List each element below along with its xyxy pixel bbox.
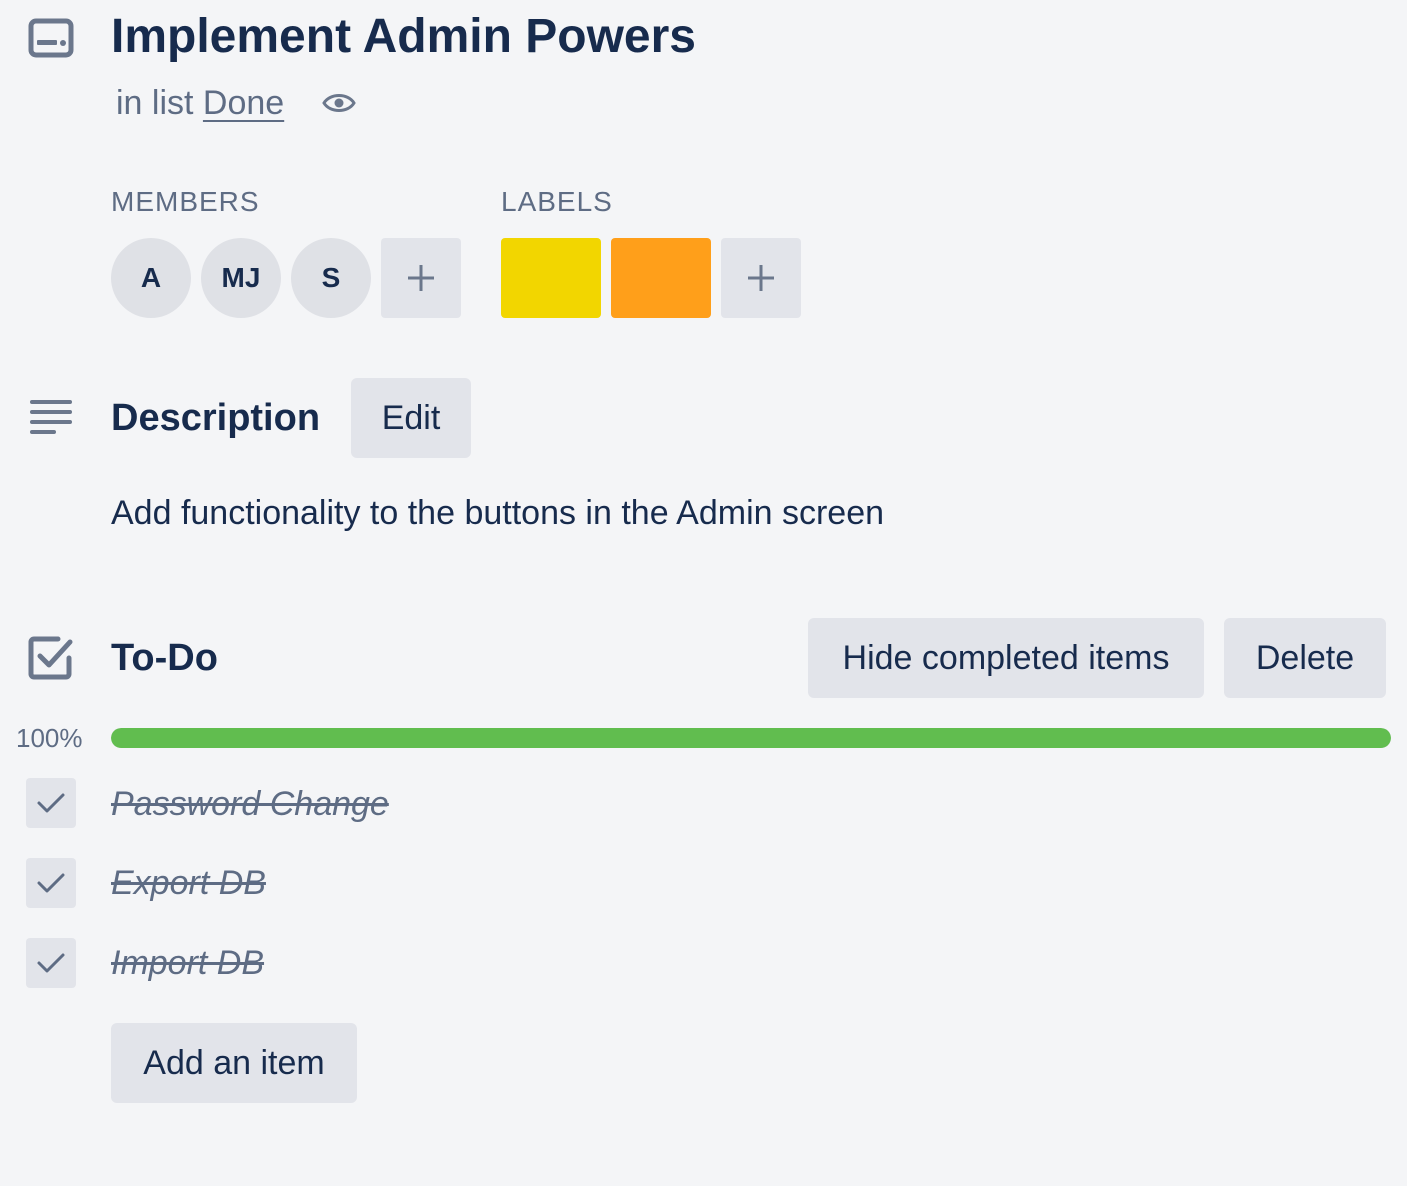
description-heading: Description — [111, 397, 321, 439]
check-icon — [37, 793, 65, 813]
add-label-button[interactable] — [721, 238, 801, 318]
progress-percent: 100% — [16, 723, 83, 753]
checklist-item-text[interactable]: Import DB — [111, 942, 264, 984]
checklist-item-checkbox[interactable] — [26, 938, 76, 988]
checklist-heading: To-Do — [111, 637, 218, 679]
description-lines-icon — [30, 400, 72, 434]
checklist-item-checkbox[interactable] — [26, 858, 76, 908]
avatar[interactable]: MJ — [201, 238, 281, 318]
labels-heading: LABELS — [501, 186, 613, 217]
checklist-item-checkbox[interactable] — [26, 778, 76, 828]
description-text[interactable]: Add functionality to the buttons in the … — [111, 492, 884, 534]
hide-completed-button[interactable]: Hide completed items — [808, 618, 1204, 698]
avatar[interactable]: S — [291, 238, 371, 318]
checklist-item-text[interactable]: Export DB — [111, 862, 266, 904]
list-name-link[interactable]: Done — [203, 84, 284, 122]
progress-fill — [111, 728, 1391, 748]
checklist-item-text[interactable]: Password Change — [111, 783, 389, 825]
label-orange[interactable] — [611, 238, 711, 318]
add-item-button[interactable]: Add an item — [111, 1023, 357, 1103]
eye-icon[interactable] — [322, 90, 356, 116]
label-yellow[interactable] — [501, 238, 601, 318]
plus-icon — [408, 265, 434, 291]
members-heading: MEMBERS — [111, 186, 260, 217]
card-title[interactable]: Implement Admin Powers — [111, 8, 696, 66]
plus-icon — [748, 265, 774, 291]
in-list-prefix: in list — [116, 84, 194, 122]
card-icon — [28, 18, 74, 58]
check-icon — [37, 953, 65, 973]
progress-bar — [111, 728, 1391, 748]
delete-checklist-button[interactable]: Delete — [1224, 618, 1386, 698]
checklist-icon — [28, 636, 73, 680]
edit-description-button[interactable]: Edit — [351, 378, 471, 458]
check-icon — [37, 873, 65, 893]
add-member-button[interactable] — [381, 238, 461, 318]
list-location: in list Done — [116, 82, 284, 124]
avatar[interactable]: A — [111, 238, 191, 318]
